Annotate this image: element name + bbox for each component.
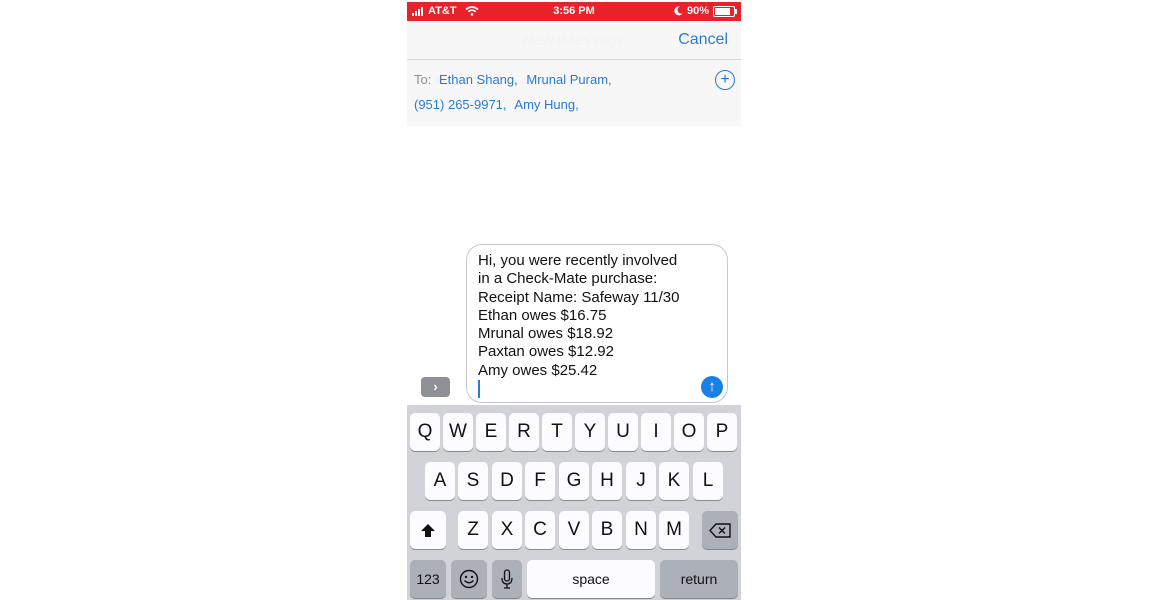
battery-icon: [713, 5, 737, 17]
plus-circle-icon: +: [720, 71, 730, 88]
key-x[interactable]: X: [492, 511, 522, 549]
message-line: Ethan owes $16.75: [478, 306, 607, 324]
key-w[interactable]: W: [443, 413, 473, 451]
key-a[interactable]: A: [425, 462, 455, 500]
key-e[interactable]: E: [476, 413, 506, 451]
numbers-key[interactable]: 123: [410, 560, 446, 598]
send-button[interactable]: ↑: [701, 376, 723, 398]
message-line: Hi, you were recently involved: [478, 252, 678, 269]
key-z[interactable]: Z: [458, 511, 488, 549]
space-key[interactable]: space: [527, 560, 655, 598]
recipient-chip[interactable]: Amy Hung,: [514, 97, 578, 112]
add-recipient-button[interactable]: +: [715, 70, 735, 90]
key-g[interactable]: G: [559, 462, 589, 500]
key-u[interactable]: U: [608, 413, 638, 451]
backspace-key[interactable]: [702, 511, 738, 549]
status-bar: AT&T 3:56 PM 90%: [407, 2, 741, 21]
recipients-field[interactable]: To: Ethan Shang, Mrunal Puram, (951) 265…: [407, 60, 741, 126]
key-i[interactable]: I: [641, 413, 671, 451]
shift-key[interactable]: [410, 511, 446, 549]
key-n[interactable]: N: [626, 511, 656, 549]
emoji-key[interactable]: [451, 560, 487, 598]
moon-icon: [674, 6, 683, 16]
to-label: To:: [414, 72, 432, 87]
shift-icon: [421, 524, 435, 537]
key-r[interactable]: R: [509, 413, 539, 451]
status-right: 90%: [674, 5, 737, 17]
recipient-chip[interactable]: Ethan Shang,: [439, 72, 518, 87]
phone-screen: AT&T 3:56 PM 90% New iMessage Cancel To:…: [407, 0, 741, 600]
keyboard: Q W E R T Y U I O P A S D F G H J K L Z …: [407, 405, 741, 600]
message-line: in a Check-Mate purchase:: [478, 270, 658, 288]
key-c[interactable]: C: [525, 511, 555, 549]
key-q[interactable]: Q: [410, 413, 440, 451]
recipient-chip[interactable]: Mrunal Puram,: [526, 72, 611, 87]
key-s[interactable]: S: [458, 462, 488, 500]
key-l[interactable]: L: [693, 462, 723, 500]
message-line: Mrunal owes $18.92: [478, 325, 614, 343]
microphone-icon: [501, 569, 513, 589]
battery-percent: 90%: [686, 5, 709, 17]
key-y[interactable]: Y: [575, 413, 605, 451]
key-h[interactable]: H: [592, 462, 622, 500]
key-b[interactable]: B: [592, 511, 622, 549]
chevron-right-icon: ›: [433, 379, 438, 394]
key-p[interactable]: P: [707, 413, 737, 451]
emoji-icon: [459, 569, 479, 589]
key-v[interactable]: V: [559, 511, 589, 549]
message-line: Paxtan owes $12.92: [478, 343, 614, 361]
message-input[interactable]: Hi, you were recently involved in a Chec…: [466, 244, 728, 403]
backspace-icon: [709, 523, 731, 538]
recipients-line-1: To: Ethan Shang, Mrunal Puram,: [414, 72, 617, 87]
text-cursor: [478, 380, 480, 398]
arrow-up-icon: ↑: [708, 378, 716, 395]
recipient-chip[interactable]: (951) 265-9971,: [414, 97, 507, 112]
expand-apps-button[interactable]: ›: [421, 377, 450, 397]
dictation-key[interactable]: [492, 560, 522, 598]
nav-bar: New iMessage Cancel: [407, 21, 741, 60]
recipients-line-2: (951) 265-9971, Amy Hung,: [414, 97, 584, 112]
return-key[interactable]: return: [660, 560, 738, 598]
key-t[interactable]: T: [542, 413, 572, 451]
key-k[interactable]: K: [659, 462, 689, 500]
cancel-button[interactable]: Cancel: [678, 31, 728, 49]
key-o[interactable]: O: [674, 413, 704, 451]
key-m[interactable]: M: [659, 511, 689, 549]
key-f[interactable]: F: [525, 462, 555, 500]
message-line: Receipt Name: Safeway 11/30: [478, 288, 680, 306]
message-line: Amy owes $25.42: [478, 361, 598, 379]
key-j[interactable]: J: [626, 462, 656, 500]
key-d[interactable]: D: [492, 462, 522, 500]
message-text: Hi, you were recently involved in a Chec…: [478, 252, 680, 380]
